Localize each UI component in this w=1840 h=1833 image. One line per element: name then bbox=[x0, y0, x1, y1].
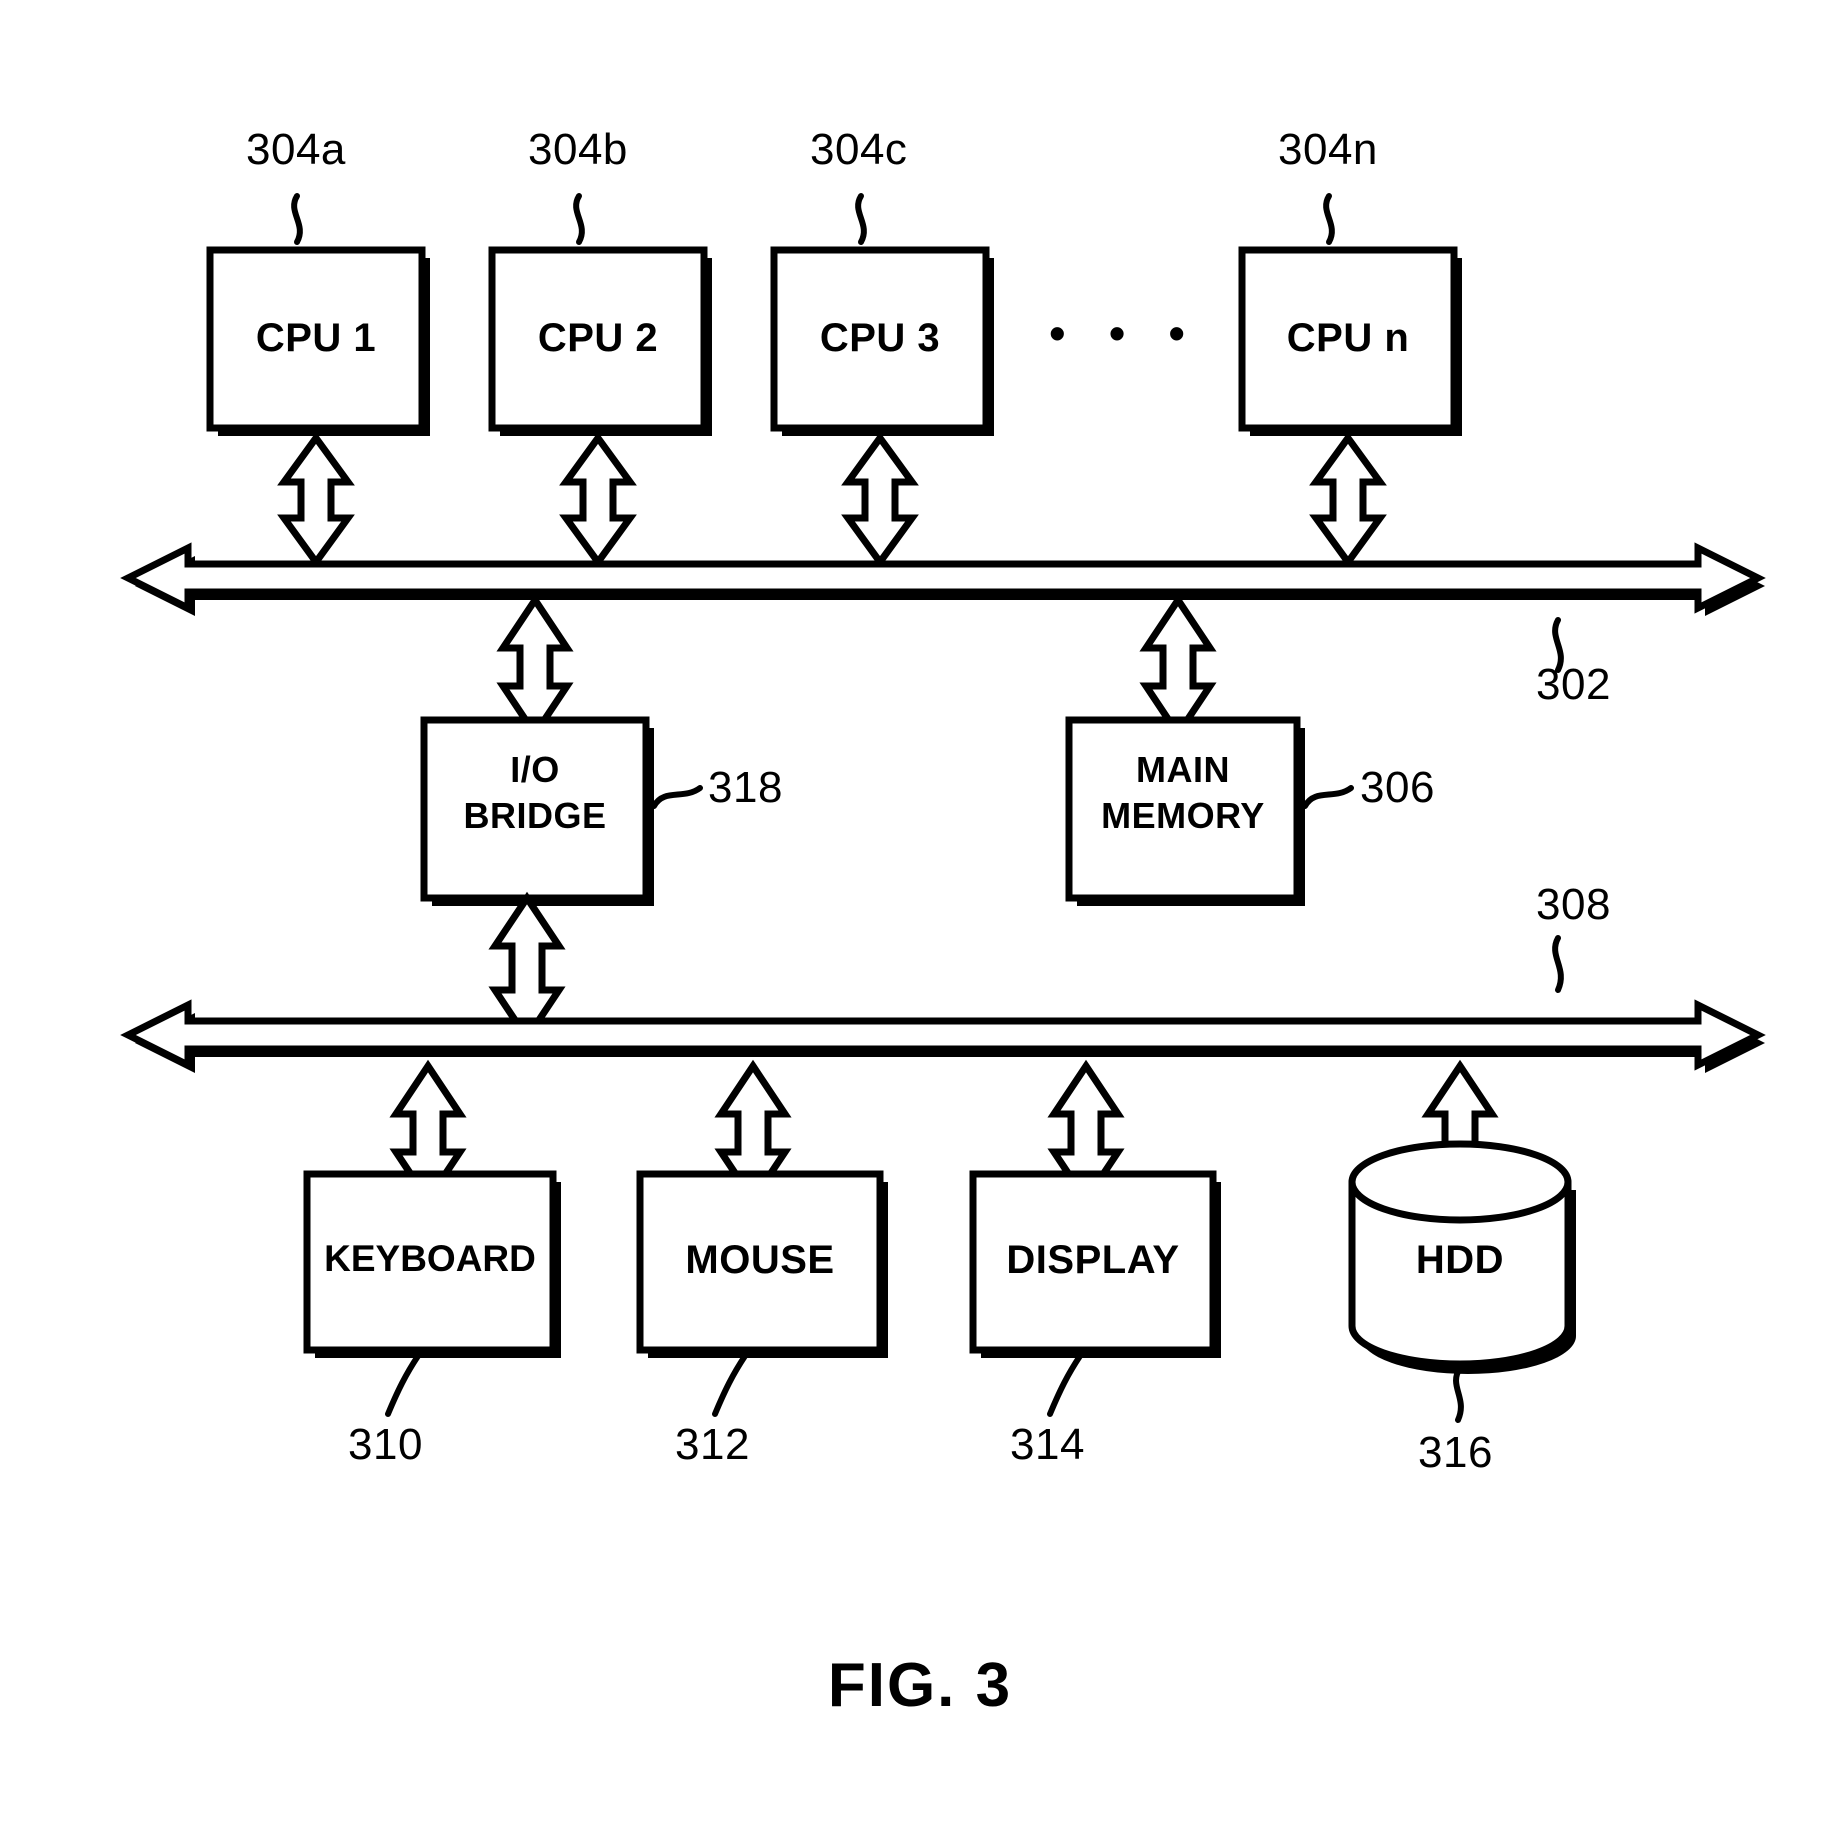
iobus-to-device-connectors bbox=[389, 1059, 1499, 1207]
cpu-n-ref: 304n bbox=[1278, 125, 1378, 174]
patent-figure: 304a 304b 304c 304n CPU 1 CPU 2 CPU 3 CP… bbox=[0, 0, 1840, 1833]
cpu-box-3 bbox=[770, 246, 994, 436]
mouse-ref: 312 bbox=[675, 1420, 750, 1469]
keyboard-ref: 310 bbox=[348, 1420, 423, 1469]
hdd-cylinder bbox=[1348, 1140, 1576, 1374]
cpu-box-2 bbox=[488, 246, 712, 436]
io-bridge-box bbox=[420, 716, 654, 906]
cpu-box-n bbox=[1238, 246, 1462, 436]
io-bridge-ref: 318 bbox=[708, 763, 783, 812]
io-bus-ref: 308 bbox=[1536, 880, 1611, 929]
hdd-ref: 316 bbox=[1418, 1428, 1493, 1477]
system-bus-ref: 302 bbox=[1536, 660, 1611, 709]
main-memory-box bbox=[1065, 716, 1305, 906]
display-box bbox=[969, 1170, 1221, 1358]
cpu-ref-leaders bbox=[291, 193, 1335, 245]
main-memory-ref: 306 bbox=[1360, 763, 1435, 812]
bus-308-ref-leader bbox=[1552, 935, 1564, 993]
main-memory-ref-leader bbox=[1302, 785, 1354, 809]
cpu-3-ref: 304c bbox=[810, 125, 908, 174]
cpu-bus-connectors bbox=[277, 432, 1387, 568]
display-ref: 314 bbox=[1010, 1420, 1085, 1469]
io-bridge-ref-leader bbox=[651, 785, 703, 809]
io-bus-308 bbox=[120, 999, 1766, 1073]
device-ref-leaders bbox=[385, 1353, 1464, 1423]
cpu-1-ref: 304a bbox=[246, 125, 346, 174]
io-bridge-to-iobus-connector bbox=[488, 891, 566, 1045]
keyboard-box bbox=[303, 1170, 561, 1358]
system-bus-302 bbox=[120, 542, 1766, 616]
mouse-box bbox=[636, 1170, 888, 1358]
cpu-2-ref: 304b bbox=[528, 125, 628, 174]
bus-to-midblock-connectors bbox=[496, 593, 1217, 741]
figure-caption: FIG. 3 bbox=[827, 1651, 1013, 1720]
cpu-box-1 bbox=[206, 246, 430, 436]
